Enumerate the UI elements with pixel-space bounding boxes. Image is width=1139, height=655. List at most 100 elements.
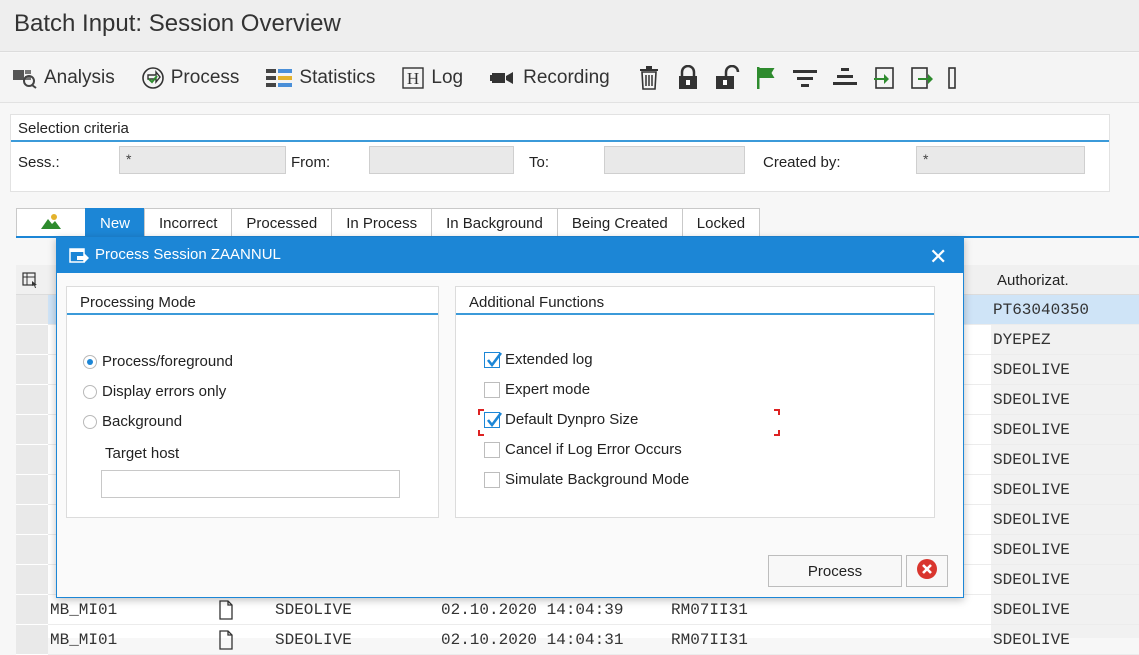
checkbox-label: Cancel if Log Error Occurs: [505, 441, 682, 458]
row-selector[interactable]: [16, 325, 48, 355]
radio-unselected-icon: [83, 414, 97, 429]
selection-divider: [11, 140, 1109, 142]
export-icon[interactable]: [910, 66, 934, 90]
to-input[interactable]: [604, 146, 745, 174]
table-row[interactable]: MB_MI01 SDEOLIVE 02.10.2020 14:04:31 RM07II…: [48, 625, 1139, 655]
created-datetime-cell: 02.10.2020 14:04:31: [441, 631, 624, 649]
additional-functions-group: Additional Functions Extended log Expert …: [455, 286, 935, 518]
authorizat-cell: SDEOLIVE: [993, 391, 1070, 409]
grid-settings-header[interactable]: [16, 265, 56, 295]
recording-icon: [489, 68, 517, 88]
document-icon: [218, 600, 234, 625]
checkbox-extended-log[interactable]: Extended log: [484, 351, 593, 368]
focus-bracket-bl: [478, 430, 484, 436]
checkbox-expert-mode[interactable]: Expert mode: [484, 381, 590, 398]
selection-criteria-box: Selection criteria Sess.: * From: To: Cr…: [10, 114, 1110, 192]
document-icon: [218, 630, 234, 655]
delete-icon[interactable]: [636, 65, 662, 91]
tab-in-process[interactable]: In Process: [331, 208, 433, 237]
tab-overview-icon[interactable]: [16, 208, 86, 237]
authorizat-cell: SDEOLIVE: [993, 631, 1070, 649]
target-host-input[interactable]: [101, 470, 400, 498]
row-selector[interactable]: [16, 445, 48, 475]
authorizat-cell: PT63040350: [993, 301, 1090, 319]
authorizat-cell: DYEPEZ: [993, 331, 1051, 349]
row-selector[interactable]: [16, 415, 48, 445]
focus-bracket-br: [774, 430, 780, 436]
session-name-cell: MB_MI01: [50, 601, 118, 619]
checkbox-cancel-if-log-error-occurs[interactable]: Cancel if Log Error Occurs: [484, 441, 682, 458]
tab-incorrect[interactable]: Incorrect: [144, 208, 233, 237]
authorizat-cell: SDEOLIVE: [993, 571, 1070, 589]
checkbox-empty-icon: [484, 381, 500, 398]
unlock-icon[interactable]: [714, 64, 740, 91]
lock-icon[interactable]: [676, 64, 700, 91]
radio-background[interactable]: Background: [83, 413, 182, 430]
dialog-header: Process Session ZAANNUL ✕: [57, 238, 963, 273]
tab-locked[interactable]: Locked: [681, 208, 761, 237]
session-input[interactable]: *: [119, 146, 286, 174]
row-selector[interactable]: [16, 385, 48, 415]
row-selector[interactable]: [16, 475, 48, 505]
authorizat-cell: SDEOLIVE: [993, 451, 1070, 469]
program-cell: RM07II31: [671, 601, 748, 619]
more-icon[interactable]: [947, 66, 956, 90]
from-input[interactable]: [369, 146, 514, 174]
page-title: Batch Input: Session Overview: [14, 10, 341, 37]
recording-label: Recording: [523, 66, 610, 88]
tab-being-created[interactable]: Being Created: [556, 208, 683, 237]
session-name-cell: MB_MI01: [50, 631, 118, 649]
analysis-button[interactable]: Analysis: [12, 67, 115, 89]
to-label: To:: [529, 154, 550, 171]
mountain-icon: [40, 213, 62, 237]
target-host-label: Target host: [105, 445, 180, 462]
recording-button[interactable]: Recording: [489, 67, 610, 89]
row-selector[interactable]: [16, 595, 48, 625]
radio-display-errors-only[interactable]: Display errors only: [83, 383, 226, 400]
row-selector[interactable]: [16, 505, 48, 535]
flag-icon[interactable]: [754, 65, 778, 91]
processing-mode-title: Processing Mode: [80, 294, 196, 311]
row-selector[interactable]: [16, 535, 48, 565]
row-selector[interactable]: [16, 355, 48, 385]
radio-label: Process/foreground: [102, 353, 233, 370]
tab-in-background[interactable]: In Background: [431, 208, 558, 237]
statistics-button[interactable]: Statistics: [265, 67, 375, 89]
creator-cell: SDEOLIVE: [275, 601, 352, 619]
checkbox-label: Expert mode: [505, 381, 591, 398]
checkmark-icon: [484, 411, 503, 428]
log-button[interactable]: H Log: [401, 66, 463, 90]
cancel-icon: [916, 558, 938, 585]
process-toolbar-label: Process: [170, 66, 240, 88]
sort-icon[interactable]: [832, 66, 858, 90]
radio-unselected-icon: [83, 384, 97, 399]
radio-selected-icon: [83, 354, 97, 369]
created-by-input[interactable]: *: [916, 146, 1085, 174]
table-row[interactable]: MB_MI01 SDEOLIVE 02.10.2020 14:04:39 RM07II…: [48, 595, 1139, 625]
filter-icon[interactable]: [792, 66, 818, 90]
tab-processed[interactable]: Processed: [231, 208, 333, 237]
created-datetime-cell: 02.10.2020 14:04:39: [441, 601, 624, 619]
checkbox-default-dynpro-size[interactable]: Default Dynpro Size: [484, 411, 638, 428]
checkbox-simulate-background-mode[interactable]: Simulate Background Mode: [484, 471, 689, 488]
statistics-label: Statistics: [299, 66, 376, 88]
close-icon[interactable]: ✕: [929, 244, 947, 270]
authorizat-column-header[interactable]: Authorizat.: [991, 265, 1139, 295]
row-selector[interactable]: [16, 625, 48, 655]
row-selector[interactable]: [16, 295, 48, 325]
from-label: From:: [291, 154, 331, 171]
tab-new[interactable]: New: [85, 208, 146, 237]
import-icon[interactable]: [872, 66, 896, 90]
row-selector[interactable]: [16, 565, 48, 595]
radio-process-foreground[interactable]: Process/foreground: [83, 353, 233, 370]
process-toolbar-button[interactable]: Process: [141, 66, 240, 90]
checkbox-label: Simulate Background Mode: [505, 471, 690, 488]
analysis-label: Analysis: [44, 66, 115, 88]
statistics-icon: [265, 67, 293, 89]
process-button[interactable]: Process: [768, 555, 902, 587]
radio-label: Background: [102, 413, 183, 430]
authorizat-cell: SDEOLIVE: [993, 601, 1070, 619]
program-cell: RM07II31: [671, 631, 748, 649]
grid-settings-icon: [22, 272, 38, 292]
cancel-button[interactable]: [906, 555, 948, 587]
